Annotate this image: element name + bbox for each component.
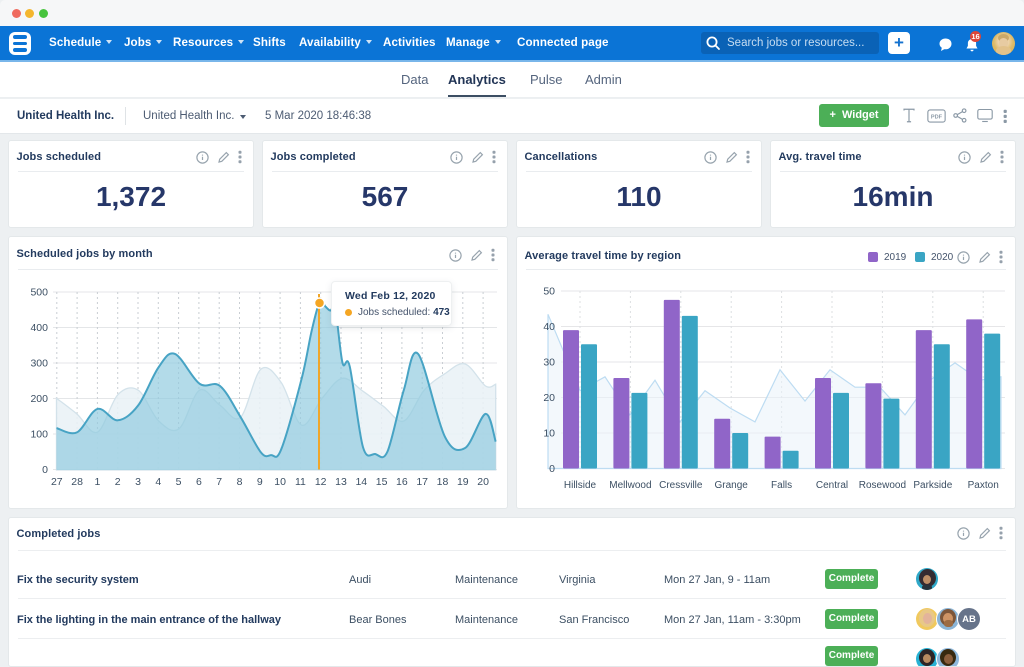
svg-text:10: 10 — [543, 428, 555, 440]
svg-text:100: 100 — [30, 429, 48, 441]
svg-text:17: 17 — [416, 476, 428, 488]
svg-text:18: 18 — [437, 476, 449, 488]
svg-text:Grange: Grange — [715, 480, 749, 491]
svg-text:14: 14 — [355, 476, 367, 488]
svg-text:0: 0 — [42, 464, 48, 476]
svg-text:28: 28 — [71, 476, 83, 488]
svg-text:6: 6 — [196, 476, 202, 488]
svg-text:12: 12 — [315, 476, 327, 488]
svg-text:500: 500 — [30, 287, 48, 299]
svg-text:13: 13 — [335, 476, 347, 488]
svg-text:7: 7 — [216, 476, 222, 488]
svg-text:11: 11 — [295, 476, 306, 488]
svg-text:16: 16 — [396, 476, 408, 488]
svg-text:Hillside: Hillside — [564, 480, 597, 491]
svg-text:0: 0 — [549, 463, 555, 475]
svg-text:10: 10 — [274, 476, 286, 488]
svg-text:200: 200 — [30, 393, 48, 405]
svg-text:20: 20 — [543, 392, 555, 404]
svg-text:50: 50 — [543, 286, 555, 298]
svg-text:27: 27 — [51, 476, 63, 488]
svg-text:Parkside: Parkside — [913, 480, 952, 491]
svg-text:Rosewood: Rosewood — [859, 480, 906, 491]
svg-text:Paxton: Paxton — [968, 480, 999, 491]
svg-text:19: 19 — [457, 476, 469, 488]
svg-text:Cressville: Cressville — [659, 480, 703, 491]
svg-text:15: 15 — [376, 476, 388, 488]
svg-text:9: 9 — [257, 476, 263, 488]
svg-text:PDF: PDF — [931, 115, 943, 121]
svg-text:30: 30 — [543, 357, 555, 369]
svg-text:Falls: Falls — [771, 480, 792, 491]
svg-text:3: 3 — [135, 476, 141, 488]
svg-text:2: 2 — [115, 476, 121, 488]
svg-text:Central: Central — [816, 480, 848, 491]
svg-text:8: 8 — [237, 476, 243, 488]
svg-text:5: 5 — [176, 476, 182, 488]
svg-text:40: 40 — [543, 321, 555, 333]
svg-text:400: 400 — [30, 322, 48, 334]
svg-text:4: 4 — [155, 476, 161, 488]
svg-text:300: 300 — [30, 358, 48, 370]
svg-text:20: 20 — [477, 476, 489, 488]
svg-text:1: 1 — [94, 476, 100, 488]
svg-text:Mellwood: Mellwood — [609, 480, 651, 491]
